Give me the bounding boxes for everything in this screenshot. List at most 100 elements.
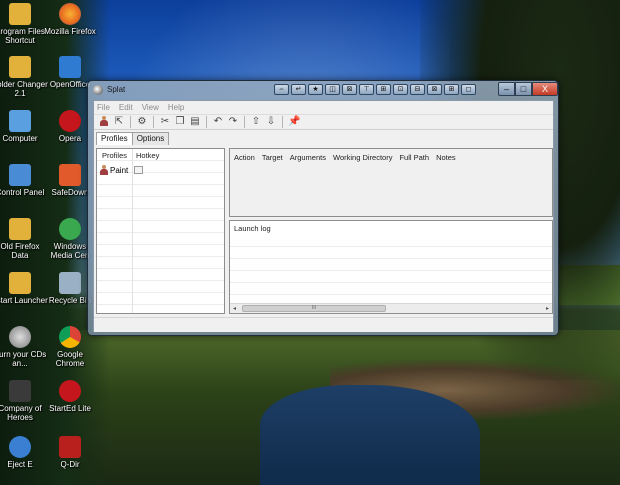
column-header-hotkey[interactable]: Hotkey: [136, 151, 159, 160]
title-toolbar: ⇔ ↵ ★ ◫ ⊠ ⊤ ⊞ ⊡ ⊟ ⊠ ⊞ ◻: [274, 84, 476, 96]
launcher-icon: [9, 272, 31, 294]
column-header-profiles[interactable]: Profiles: [102, 151, 127, 160]
toolbar-separator: [206, 116, 207, 128]
down-icon[interactable]: ⇩: [265, 116, 277, 128]
title-tool-button[interactable]: ◫: [325, 84, 340, 95]
scroll-left-icon[interactable]: ◂: [233, 305, 236, 312]
shield-icon: [59, 380, 81, 402]
title-tool-button[interactable]: ⊠: [342, 84, 357, 95]
title-tool-button[interactable]: ⊞: [376, 84, 391, 95]
desktop-icon-program-files[interactable]: Program Files Shortcut: [0, 3, 48, 45]
column-header-arguments[interactable]: Arguments: [290, 153, 326, 162]
pin-icon[interactable]: 📌: [288, 116, 300, 128]
profile-row-paint[interactable]: Paint: [100, 165, 128, 175]
desktop-icon-label: Old Firefox Data: [0, 242, 40, 260]
scroll-right-icon[interactable]: ▸: [546, 305, 549, 312]
desktop-icon-label: Program Files Shortcut: [0, 27, 45, 45]
actions-header: Action Target Arguments Working Director…: [234, 153, 463, 162]
game-icon: [9, 380, 31, 402]
toolbar-separator: [130, 116, 131, 128]
up-icon[interactable]: ⇧: [250, 116, 262, 128]
title-tool-button[interactable]: ★: [308, 84, 323, 95]
title-tool-button[interactable]: ⊟: [410, 84, 425, 95]
splat-window: Splat ⇔ ↵ ★ ◫ ⊠ ⊤ ⊞ ⊡ ⊟ ⊠ ⊞ ◻ – □ X File…: [87, 80, 559, 336]
tab-options[interactable]: Options: [131, 132, 170, 145]
tab-strip: Profiles Options: [96, 132, 170, 145]
launch-log-header: Launch log: [234, 224, 271, 233]
app-icon: [93, 85, 103, 95]
cut-icon[interactable]: ✂: [159, 116, 171, 128]
desktop-icon-label: StartEd Lite: [49, 404, 91, 413]
menu-file[interactable]: File: [97, 101, 115, 114]
maximize-button[interactable]: □: [515, 82, 532, 96]
folder-icon: [9, 3, 31, 25]
horizontal-scrollbar[interactable]: ◂ III ▸: [230, 303, 552, 313]
desktop-icon-label: Computer: [2, 134, 38, 143]
menu-bar: File Edit View Help: [94, 101, 553, 114]
control-panel-icon: [9, 164, 31, 186]
desktop-icon-q-dir[interactable]: Q-Dir: [42, 436, 98, 469]
status-bar: [94, 317, 553, 332]
toolbar: ⇱ ⚙ ✂ ❐ ▤ ↶ ↷ ⇧ ⇩ 📌: [94, 114, 553, 130]
toolbar-separator: [153, 116, 154, 128]
desktop-icon-label: Company of Heroes: [0, 404, 42, 422]
column-header-full-path[interactable]: Full Path: [399, 153, 429, 162]
column-header-notes[interactable]: Notes: [436, 153, 456, 162]
column-header-target[interactable]: Target: [262, 153, 283, 162]
desktop-icon-company-of-heroes[interactable]: Company of Heroes: [0, 380, 48, 422]
settings-icon[interactable]: ⚙: [136, 116, 148, 128]
chrome-icon: [59, 326, 81, 348]
redo-icon[interactable]: ↷: [227, 116, 239, 128]
desktop-icon-8start-launcher[interactable]: 8start Launcher: [0, 272, 48, 305]
desktop-icon-label: Folder Changer 2.1: [0, 80, 48, 98]
person-icon: [100, 165, 108, 175]
desktop-icon-control-panel[interactable]: Control Panel: [0, 164, 48, 197]
desktop-icon-eject-e[interactable]: Eject E: [0, 436, 48, 469]
title-tool-button[interactable]: ⊤: [359, 84, 374, 95]
title-tool-button[interactable]: ⊞: [444, 84, 459, 95]
desktop-icon-computer[interactable]: Computer: [0, 110, 48, 143]
tab-profiles[interactable]: Profiles: [96, 132, 133, 145]
folder-icon: [9, 218, 31, 240]
desktop-icon-burn-cds[interactable]: Burn your CDs an...: [0, 326, 48, 368]
openoffice-icon: [59, 56, 81, 78]
actions-list[interactable]: Action Target Arguments Working Director…: [229, 148, 553, 217]
title-bar[interactable]: Splat ⇔ ↵ ★ ◫ ⊠ ⊤ ⊞ ⊡ ⊟ ⊠ ⊞ ◻ – □ X: [88, 81, 558, 99]
toolbar-separator: [244, 116, 245, 128]
menu-edit[interactable]: Edit: [119, 101, 138, 114]
close-button[interactable]: X: [532, 82, 558, 96]
column-header-working-directory[interactable]: Working Directory: [333, 153, 392, 162]
folder-icon: [9, 56, 31, 78]
column-header-action[interactable]: Action: [234, 153, 255, 162]
q-dir-icon: [59, 436, 81, 458]
grid-lines: [230, 235, 552, 305]
menu-view[interactable]: View: [142, 101, 164, 114]
person-icon[interactable]: [98, 116, 110, 128]
scroll-thumb[interactable]: III: [242, 305, 386, 312]
export-icon[interactable]: ⇱: [113, 116, 125, 128]
desktop-icon-old-firefox-data[interactable]: Old Firefox Data: [0, 218, 48, 260]
window-client-area: File Edit View Help ⇱ ⚙ ✂ ❐ ▤ ↶ ↷ ⇧ ⇩ 📌 …: [93, 100, 554, 332]
minimize-button[interactable]: –: [498, 82, 515, 96]
desktop-icon-label: Google Chrome: [55, 350, 85, 368]
paste-icon[interactable]: ▤: [189, 116, 201, 128]
launch-log[interactable]: Launch log ◂ III ▸: [229, 220, 553, 314]
window-title: Splat: [107, 85, 126, 94]
title-tool-button[interactable]: ⇔: [274, 84, 289, 95]
title-tool-button[interactable]: ◻: [461, 84, 476, 95]
profiles-list[interactable]: Profiles Hotkey Paint: [96, 148, 225, 314]
hotkey-field[interactable]: [134, 166, 143, 174]
undo-icon[interactable]: ↶: [212, 116, 224, 128]
profile-name: Paint: [110, 165, 129, 175]
title-tool-button[interactable]: ↵: [291, 84, 306, 95]
desktop-icon-firefox[interactable]: Mozilla Firefox: [42, 3, 98, 36]
title-tool-button[interactable]: ⊡: [393, 84, 408, 95]
title-tool-button[interactable]: ⊠: [427, 84, 442, 95]
desktop-icon-folder-changer[interactable]: Folder Changer 2.1: [0, 56, 48, 98]
desktop-icon-started-lite[interactable]: StartEd Lite: [42, 380, 98, 413]
toolbar-separator: [282, 116, 283, 128]
menu-help[interactable]: Help: [168, 101, 189, 114]
column-divider: [132, 149, 133, 313]
copy-icon[interactable]: ❐: [174, 116, 186, 128]
desktop-icon-label: Q-Dir: [60, 460, 80, 469]
